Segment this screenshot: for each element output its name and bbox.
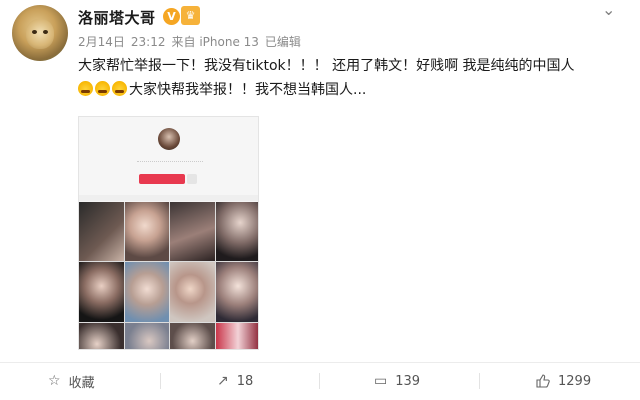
comment-count: 139 bbox=[395, 373, 421, 389]
post-text-line-2-wrap: 大家快帮我举报！！我不想当韩国人... bbox=[78, 78, 618, 102]
post-source: 来自 iPhone 13 bbox=[171, 35, 259, 49]
crying-emoji-icon bbox=[78, 81, 93, 96]
like-count: 1299 bbox=[558, 373, 592, 389]
video-thumbnail bbox=[79, 262, 124, 322]
star-icon: ☆ bbox=[48, 373, 61, 389]
tiktok-profile-avatar bbox=[158, 128, 180, 150]
post-text: 大家帮忙举报一下！我没有tiktok！！！ 还用了韩文！好贱啊 我是纯纯的中国人… bbox=[78, 54, 618, 102]
video-thumbnail bbox=[124, 202, 169, 261]
video-thumbnail bbox=[79, 202, 124, 261]
crying-emoji-icon bbox=[112, 81, 127, 96]
repost-count: 18 bbox=[236, 373, 254, 389]
crying-emoji-icon bbox=[95, 81, 110, 96]
user-avatar[interactable] bbox=[12, 5, 68, 61]
vip-badge-icon: ♛ bbox=[181, 6, 200, 25]
video-thumbnail bbox=[79, 323, 124, 349]
avatar-face bbox=[26, 19, 54, 49]
action-bar-divider bbox=[0, 362, 640, 363]
post-text-line-1: 大家帮忙举报一下！我没有tiktok！！！ 还用了韩文！好贱啊 我是纯纯的中国人 bbox=[78, 58, 575, 74]
video-thumbnail bbox=[170, 202, 215, 261]
thumbs-up-icon bbox=[536, 374, 550, 388]
verified-v-icon: V bbox=[163, 8, 180, 25]
post-options-chevron-icon[interactable]: ⌄ bbox=[602, 0, 615, 19]
video-thumbnail bbox=[124, 323, 169, 349]
post-time: 23:12 bbox=[130, 35, 166, 49]
tiktok-tab-bar bbox=[79, 195, 258, 201]
tiktok-profile-header bbox=[79, 117, 258, 202]
avatar-eye-right bbox=[43, 30, 48, 34]
post-image[interactable] bbox=[78, 116, 259, 350]
action-separator bbox=[319, 373, 320, 389]
video-thumbnail bbox=[124, 262, 169, 322]
post-text-line-2: 大家快帮我举报！！我不想当韩国人... bbox=[129, 82, 367, 98]
repost-button[interactable]: ↗ 18 bbox=[217, 366, 253, 396]
video-thumbnail bbox=[215, 202, 258, 261]
tiktok-profile-stats bbox=[137, 161, 203, 167]
favorite-button[interactable]: ☆ 收藏 bbox=[48, 366, 95, 396]
tiktok-follow-button-graphic bbox=[139, 174, 185, 184]
tiktok-video-grid bbox=[79, 202, 258, 349]
comment-button[interactable]: ▭ 139 bbox=[374, 366, 420, 396]
video-thumbnail bbox=[215, 262, 258, 322]
action-separator bbox=[160, 373, 161, 389]
edited-label[interactable]: 已编辑 bbox=[265, 35, 301, 49]
post-date[interactable]: 2月14日 bbox=[78, 35, 125, 49]
video-thumbnail bbox=[170, 262, 215, 322]
post-meta: 2月14日 23:12 来自 iPhone 13 已编辑 bbox=[78, 33, 307, 50]
comment-icon: ▭ bbox=[374, 373, 388, 389]
repost-icon: ↗ bbox=[217, 373, 229, 389]
action-separator bbox=[479, 373, 480, 389]
username-link[interactable]: 洛丽塔大哥 bbox=[78, 7, 156, 28]
tiktok-message-button-graphic bbox=[187, 174, 197, 184]
video-thumbnail bbox=[170, 323, 215, 349]
like-button[interactable]: 1299 bbox=[536, 366, 591, 396]
video-thumbnail bbox=[215, 323, 258, 349]
avatar-eye-left bbox=[32, 30, 37, 34]
favorite-label: 收藏 bbox=[68, 375, 95, 391]
